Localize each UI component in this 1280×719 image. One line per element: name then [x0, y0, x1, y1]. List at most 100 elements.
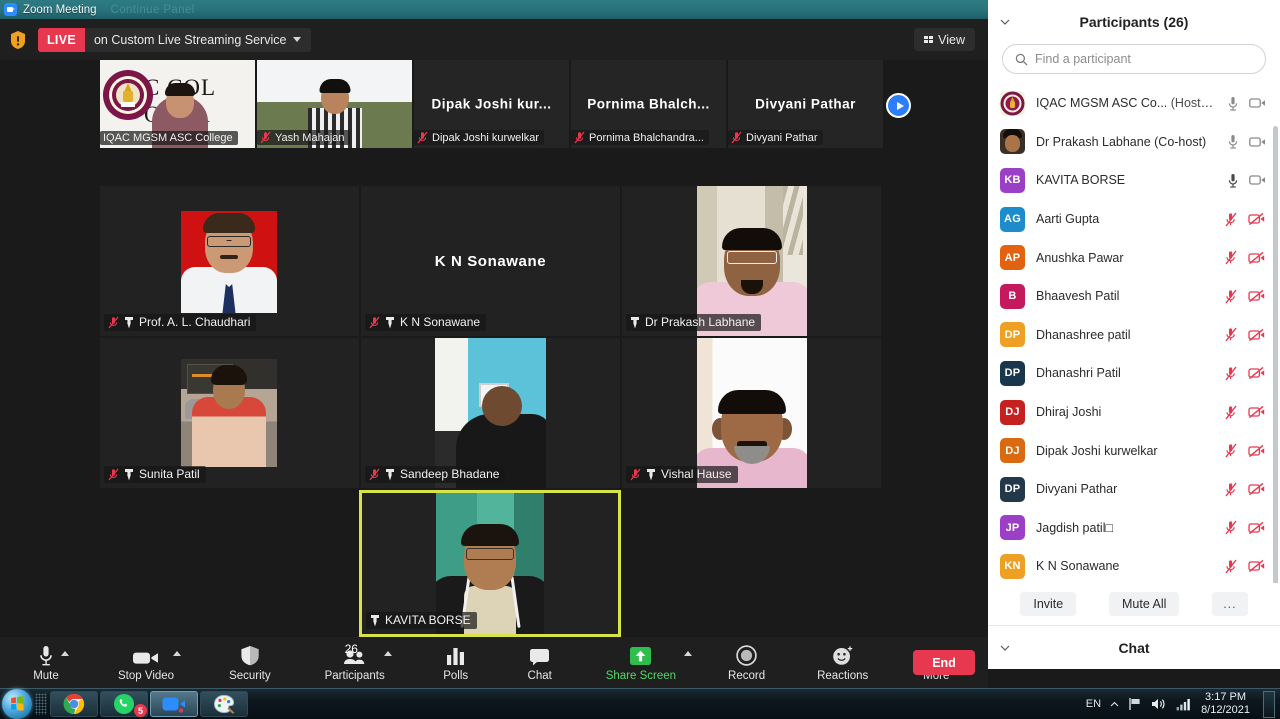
- chevron-down-icon[interactable]: [293, 37, 302, 42]
- camera-on-icon[interactable]: [1249, 97, 1266, 109]
- mute-all-button[interactable]: Mute All: [1108, 592, 1180, 616]
- camera-off-icon[interactable]: [1248, 521, 1266, 535]
- camera-off-icon[interactable]: [1248, 444, 1266, 458]
- mic-muted-icon[interactable]: [1224, 366, 1238, 381]
- record-button[interactable]: Record: [724, 637, 769, 688]
- mute-button[interactable]: Mute: [26, 637, 69, 688]
- list-item[interactable]: B Bhaavesh Patil: [988, 277, 1280, 316]
- polls-button[interactable]: Polls: [436, 637, 476, 688]
- chevron-up-icon[interactable]: [61, 651, 69, 656]
- mic-muted-icon[interactable]: [1224, 520, 1238, 535]
- filmstrip-thumb[interactable]: Yash Mahajan: [257, 60, 412, 148]
- taskbar-item-paint[interactable]: [200, 691, 248, 717]
- chevron-up-icon[interactable]: [173, 651, 182, 656]
- camera-off-icon[interactable]: [1248, 405, 1266, 419]
- chat-panel-header[interactable]: Chat: [988, 625, 1280, 669]
- participant-search-box[interactable]: [1002, 44, 1266, 74]
- participant-status-icons: [1224, 366, 1266, 381]
- chevron-up-icon[interactable]: [684, 651, 693, 656]
- list-item[interactable]: IQAC MGSM ASC Co... (Host, me): [988, 84, 1280, 123]
- taskbar-item-whatsapp[interactable]: 5: [100, 691, 148, 717]
- chevron-up-icon[interactable]: [383, 651, 392, 656]
- participant-name: Divyani Pathar: [1036, 482, 1118, 497]
- video-tile[interactable]: Sandeep Bhadane: [361, 338, 620, 488]
- participants-list[interactable]: IQAC MGSM ASC Co... (Host, me): [988, 84, 1280, 583]
- search-input[interactable]: [1035, 52, 1253, 66]
- mic-muted-icon[interactable]: [1224, 212, 1238, 227]
- mic-on-icon[interactable]: [1227, 134, 1239, 149]
- chevron-down-icon[interactable]: [1000, 17, 1010, 27]
- camera-off-icon[interactable]: [1248, 289, 1266, 303]
- filmstrip-thumb[interactable]: Divyani Pathar Divyani Pathar: [728, 60, 883, 148]
- camera-off-icon[interactable]: [1248, 328, 1266, 342]
- mic-on-icon[interactable]: [1227, 96, 1239, 111]
- live-badge: LIVE: [38, 27, 85, 52]
- filmstrip-thumb[interactable]: C COLOPDA: [100, 60, 255, 148]
- camera-on-icon[interactable]: [1249, 174, 1266, 186]
- show-desktop-button[interactable]: [1263, 690, 1275, 718]
- filmstrip-thumb[interactable]: Dipak Joshi kur... Dipak Joshi kurwelkar: [414, 60, 569, 148]
- chevron-down-icon[interactable]: [1000, 643, 1010, 653]
- video-tile[interactable]: Vishal Hause: [622, 338, 881, 488]
- camera-off-icon[interactable]: [1248, 251, 1266, 265]
- video-tile[interactable]: Prof. A. L. Chaudhari: [100, 186, 359, 336]
- list-item[interactable]: DJ Dhiraj Joshi: [988, 393, 1280, 432]
- filmstrip-thumb[interactable]: Pornima Bhalch... Pornima Bhalchandra...: [571, 60, 726, 148]
- video-tile[interactable]: Sunita Patil: [100, 338, 359, 488]
- share-screen-button[interactable]: Share Screen: [602, 637, 693, 688]
- camera-off-icon[interactable]: [1248, 212, 1266, 226]
- camera-off-icon[interactable]: [1248, 482, 1266, 496]
- tile-name-badge: Sandeep Bhadane: [365, 466, 506, 483]
- taskbar-item-chrome[interactable]: [50, 691, 98, 717]
- mic-muted-icon[interactable]: [1224, 289, 1238, 304]
- stop-video-button[interactable]: Stop Video: [114, 637, 182, 688]
- mic-muted-icon[interactable]: [1224, 559, 1238, 574]
- view-button[interactable]: View: [913, 28, 975, 51]
- language-indicator[interactable]: EN: [1086, 698, 1101, 710]
- signal-bars-icon[interactable]: [1176, 698, 1192, 711]
- mic-muted-icon[interactable]: [1224, 443, 1238, 458]
- list-item[interactable]: DP Dhanashree patil: [988, 316, 1280, 355]
- list-item[interactable]: KN K N Sonawane: [988, 547, 1280, 583]
- tile-display-name: Vishal Hause: [661, 467, 732, 481]
- list-item[interactable]: JP Jagdish patil□: [988, 509, 1280, 548]
- list-item[interactable]: AP Anushka Pawar: [988, 238, 1280, 277]
- taskbar-item-zoom[interactable]: [150, 691, 198, 717]
- mic-muted-icon[interactable]: [1224, 482, 1238, 497]
- panel-more-button[interactable]: ...: [1212, 592, 1248, 616]
- mic-muted-icon[interactable]: [1224, 250, 1238, 265]
- taskbar-clock[interactable]: 3:17 PM 8/12/2021: [1201, 691, 1250, 717]
- list-item[interactable]: Dr Prakash Labhane (Co-host): [988, 123, 1280, 162]
- list-item[interactable]: KB KAVITA BORSE: [988, 161, 1280, 200]
- video-tile[interactable]: Dr Prakash Labhane: [622, 186, 881, 336]
- avatar: DP: [1000, 322, 1025, 348]
- list-item[interactable]: DP Dhanashri Patil: [988, 354, 1280, 393]
- list-item[interactable]: DJ Dipak Joshi kurwelkar: [988, 431, 1280, 470]
- video-tile[interactable]: K N Sonawane K N Sonawane: [361, 186, 620, 336]
- video-tile-active-speaker[interactable]: KAVITA BORSE: [359, 490, 621, 637]
- chevron-right-icon[interactable]: [886, 93, 911, 118]
- shield-warning-icon[interactable]: [9, 30, 27, 50]
- mic-muted-icon[interactable]: [1224, 327, 1238, 342]
- participants-scrollbar[interactable]: [1273, 126, 1278, 583]
- chat-button[interactable]: Chat: [520, 637, 560, 688]
- camera-off-icon[interactable]: [1248, 559, 1266, 573]
- mic-active-icon[interactable]: [1227, 173, 1239, 188]
- list-item[interactable]: AG Aarti Gupta: [988, 200, 1280, 239]
- windows-start-orb[interactable]: [2, 689, 32, 719]
- flag-icon[interactable]: [1128, 697, 1142, 711]
- reactions-button[interactable]: Reactions: [813, 637, 872, 688]
- participants-button[interactable]: 26 Participants: [321, 637, 392, 688]
- list-item[interactable]: DP Divyani Pathar: [988, 470, 1280, 509]
- end-meeting-button[interactable]: End: [913, 650, 975, 675]
- live-stream-indicator[interactable]: LIVE on Custom Live Streaming Service: [38, 27, 312, 52]
- avatar: JP: [1000, 515, 1025, 541]
- security-button[interactable]: Security: [225, 637, 275, 688]
- mic-muted-icon[interactable]: [1224, 405, 1238, 420]
- camera-off-icon[interactable]: [1248, 366, 1266, 380]
- camera-on-icon[interactable]: [1249, 136, 1266, 148]
- invite-button[interactable]: Invite: [1020, 592, 1077, 616]
- mic-muted-icon: [260, 131, 271, 144]
- chevron-up-icon[interactable]: [1110, 701, 1119, 708]
- speaker-icon[interactable]: [1151, 697, 1167, 711]
